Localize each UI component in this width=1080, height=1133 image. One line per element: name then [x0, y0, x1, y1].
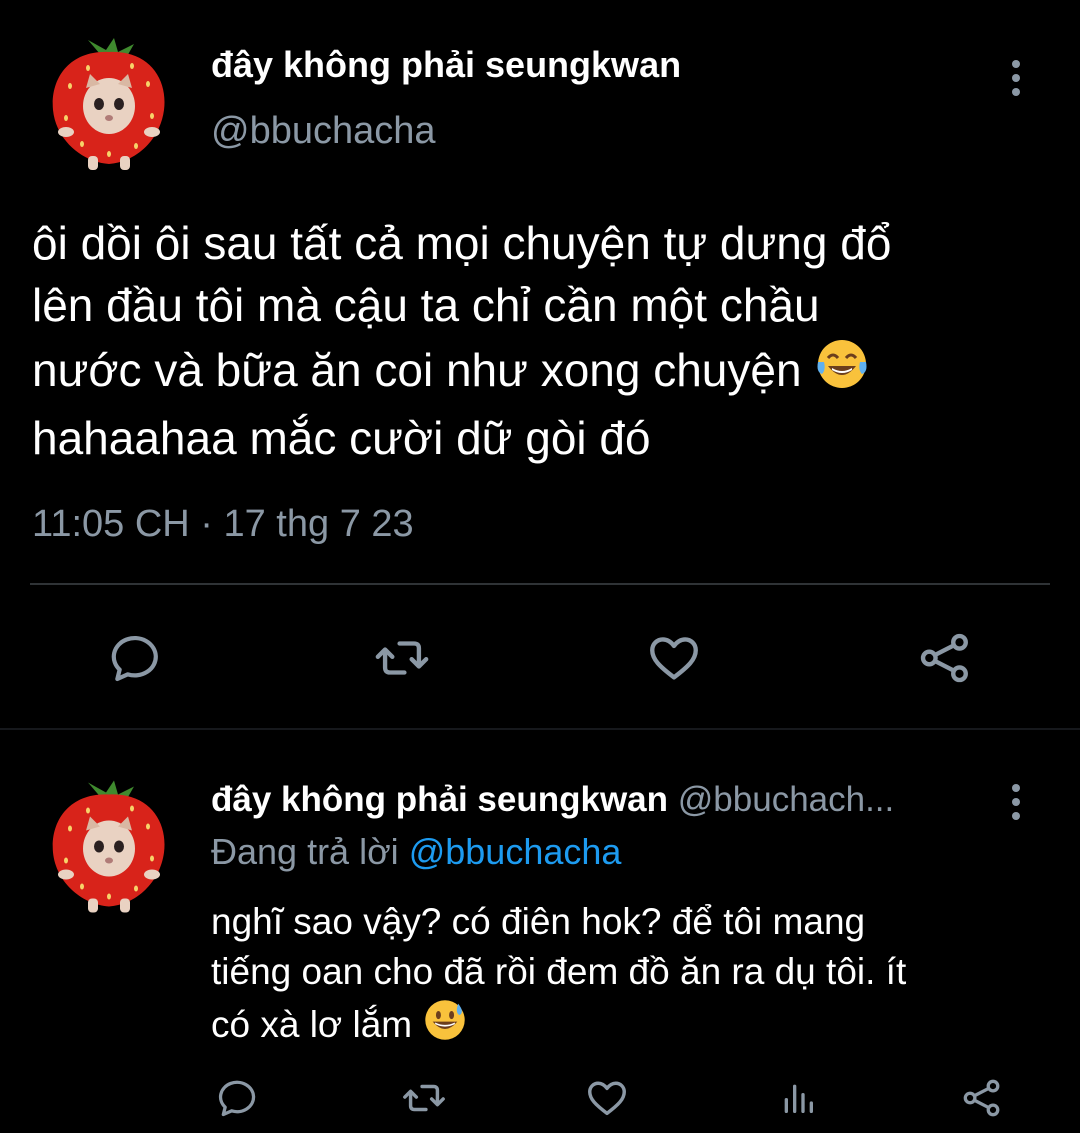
more-options-button[interactable] — [1006, 60, 1026, 96]
share-icon — [963, 1079, 1000, 1117]
tweet-timestamp[interactable]: 11:05 CH · 17 thg 7 23 — [32, 503, 414, 546]
author-handle[interactable]: @bbuchach... — [678, 780, 895, 819]
face-with-tears-of-joy-icon — [814, 336, 870, 407]
retweet-icon — [403, 1084, 445, 1112]
like-button[interactable] — [583, 1074, 631, 1122]
like-icon — [588, 1081, 626, 1116]
reply-text-main: nghĩ sao vậy? có điên hok? để tôi mang t… — [211, 901, 907, 1045]
tweet-text-main: ôi dồi ôi sau tất cả mọi chuyện tự dưng … — [32, 217, 892, 396]
replying-to-label: Đang trả lời — [211, 831, 399, 872]
more-options-button[interactable] — [1006, 784, 1026, 820]
more-dot-icon — [1012, 88, 1020, 96]
reply-button[interactable] — [104, 626, 168, 690]
reply-text: nghĩ sao vậy? có điên hok? để tôi mang t… — [211, 897, 1051, 1056]
divider — [30, 583, 1050, 585]
reply-header: đây không phải seungkwan @bbuchach... — [211, 780, 894, 820]
like-icon — [650, 637, 698, 680]
share-icon — [920, 633, 968, 683]
retweet-button[interactable] — [400, 1074, 448, 1122]
analytics-button[interactable] — [774, 1074, 822, 1122]
reply-button[interactable] — [214, 1074, 262, 1122]
reply-icon — [111, 635, 158, 682]
more-dot-icon — [1012, 74, 1020, 82]
more-dot-icon — [1012, 812, 1020, 820]
share-button[interactable] — [958, 1074, 1006, 1122]
author-handle[interactable]: @bbuchacha — [211, 110, 436, 153]
like-button[interactable] — [642, 626, 706, 690]
grinning-face-with-sweat-icon — [422, 997, 468, 1056]
share-button[interactable] — [913, 626, 977, 690]
replying-to: Đang trả lời @bbuchacha — [211, 831, 621, 873]
retweet-icon — [375, 641, 429, 675]
author-name[interactable]: đây không phải seungkwan — [211, 780, 668, 819]
tweet-text: ôi dồi ôi sau tất cả mọi chuyện tự dưng … — [32, 212, 1052, 469]
more-dot-icon — [1012, 784, 1020, 792]
retweet-button[interactable] — [370, 626, 434, 690]
author-name[interactable]: đây không phải seungkwan — [211, 44, 681, 86]
avatar[interactable] — [48, 36, 170, 171]
section-separator — [0, 728, 1080, 730]
replying-to-mention[interactable]: @bbuchacha — [409, 831, 622, 872]
reply-icon — [218, 1080, 256, 1117]
tweet-text-end: hahaahaa mắc cười dữ gòi đó — [32, 412, 651, 464]
avatar[interactable] — [48, 776, 170, 916]
analytics-icon — [784, 1084, 813, 1113]
more-dot-icon — [1012, 60, 1020, 68]
more-dot-icon — [1012, 798, 1020, 806]
